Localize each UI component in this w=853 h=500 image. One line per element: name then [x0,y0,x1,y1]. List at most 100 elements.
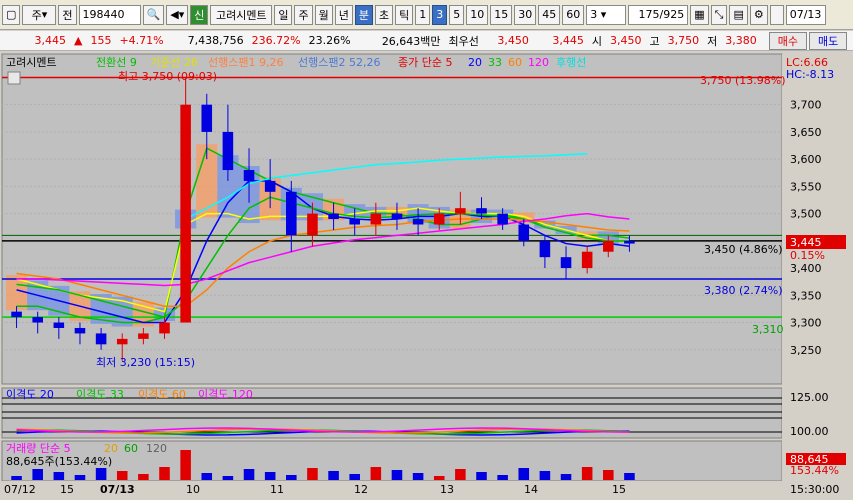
candle-body-18 [391,213,403,220]
hc-value: HC:-8.13 [786,68,834,81]
quote-ask: 3,450 [497,34,529,47]
volume-bar-18 [391,470,403,480]
volume-bar-7 [159,467,170,480]
period-week-button[interactable]: 주 [294,4,313,25]
candle-body-6 [138,333,149,339]
chart-svg[interactable]: 3,7003,6503,6003,5503,5003,4503,4003,350… [0,52,853,497]
count-input[interactable]: 175/925 [628,4,689,25]
volume-ma120: 120 [146,442,167,455]
quote-high-label: 고 [649,34,660,48]
quote-price: 3,445 [34,34,67,47]
legend-stock-name: 고려시멘트 [6,56,57,69]
interval-value: 3 [590,8,598,21]
candle-body-9 [201,104,213,132]
disparity-20-label: 이격도 20 [6,388,54,401]
code-input[interactable]: 198440 [78,4,141,25]
period-minute-button[interactable]: 분 [354,4,373,25]
sell-button[interactable]: 매도 [809,31,848,50]
minute-15-button[interactable]: 15 [490,4,513,25]
volume-bar-5 [116,471,128,480]
candle-body-2 [53,322,65,328]
legend-lagging: 후행선 [556,56,586,69]
period-day-button[interactable]: 일 [274,4,293,25]
period-tick-button[interactable]: 틱 [395,4,414,25]
volume-cur-pct: 153.44% [790,464,839,477]
candle-body-13 [286,191,297,236]
quote-best-label: 최우선 [448,34,479,48]
volume-bar-13 [286,475,297,480]
minute-3-button[interactable]: 3 [432,4,448,25]
date-checkbox[interactable] [769,4,784,25]
candle-body-1 [32,317,43,323]
period-month-button[interactable]: 월 [314,4,333,25]
layout-icon[interactable]: ▤ [729,4,748,25]
code-type-button[interactable]: 전 [58,4,77,25]
minute-1-button[interactable]: 1 [415,4,431,25]
disparity-33-label: 이격도 33 [76,388,124,401]
volume-bar-29 [624,473,635,480]
volume-bar-10 [222,476,234,480]
disparity-60-label: 이격도 60 [138,388,186,401]
chart-area: 3,7003,6503,6003,5503,5003,4503,4003,350… [0,52,853,497]
x-tick-6: 13 [440,483,454,496]
line-3750-label: 3,750 (13.98%) [700,74,786,87]
volume-bar-14 [307,468,318,480]
candle-body-17 [370,213,382,225]
legend-senkou2: 선행스팬2 52,26 [298,56,380,69]
period-year-button[interactable]: 년 [334,4,353,25]
date-input[interactable]: 07/13 [785,4,826,25]
candle-body-14 [307,213,318,236]
current-price-label: 3,445 [790,236,822,249]
minute-60-button[interactable]: 60 [562,4,585,25]
tag-badge: 신 [190,4,209,25]
gear-icon[interactable]: ⚙ [749,4,768,25]
candle-body-8 [180,104,191,323]
quote-turnover: 23.26% [308,34,351,47]
time-label: 15:30:00 [790,483,839,496]
volume-bar-27 [581,467,593,480]
draw-icon[interactable]: ⤡ [710,4,728,25]
minute-5-button[interactable]: 5 [449,4,465,25]
sound-icon[interactable]: ◀▾ [166,4,189,25]
volume-ma20: 20 [104,442,118,455]
price-tick-4: 3,500 [790,208,822,221]
price-tick-7: 3,350 [790,289,822,302]
minute-10-button[interactable]: 10 [466,4,489,25]
search-icon[interactable]: 🔍 [142,4,165,25]
candle-body-26 [560,257,572,269]
period-second-button[interactable]: 초 [374,4,394,25]
x-tick-4: 11 [270,483,284,496]
minute-45-button[interactable]: 45 [538,4,561,25]
buy-button[interactable]: 매수 [768,31,808,50]
price-tick-0: 3,700 [790,99,822,112]
legend-ma120: 120 [528,56,549,69]
market-select[interactable]: 주 ▾ [22,4,57,25]
volume-bar-0 [11,476,22,480]
volume-bar-25 [539,471,551,480]
volume-bar-21 [455,469,466,480]
volume-bar-11 [243,469,255,480]
candle-body-10 [222,131,234,171]
candle-body-22 [476,208,487,214]
candle-body-5 [116,338,128,345]
interval-select[interactable]: 3 ▾ [586,4,627,25]
volume-bar-8 [180,450,191,480]
quote-change-pct: +4.71% [119,34,164,47]
candle-body-11 [243,170,255,181]
volume-bar-28 [603,470,614,480]
volume-bar-3 [74,475,86,480]
candle-body-23 [497,213,508,225]
grid-icon[interactable]: ▦ [690,4,709,25]
quote-open-label: 시 [591,34,603,48]
table-icon[interactable] [7,71,21,85]
quote-bid: 3,445 [552,34,584,47]
window-icon[interactable]: ▢ [2,4,21,25]
minute-30-button[interactable]: 30 [514,4,537,25]
x-tick-8: 15 [612,483,626,496]
count-value: 175 [638,8,660,21]
volume-bar-24 [518,468,530,480]
candle-body-3 [74,327,86,334]
disparity-axis-100: 100.00 [790,425,829,438]
legend-ma33: 33 [488,56,502,69]
quote-low: 3,380 [725,34,757,47]
